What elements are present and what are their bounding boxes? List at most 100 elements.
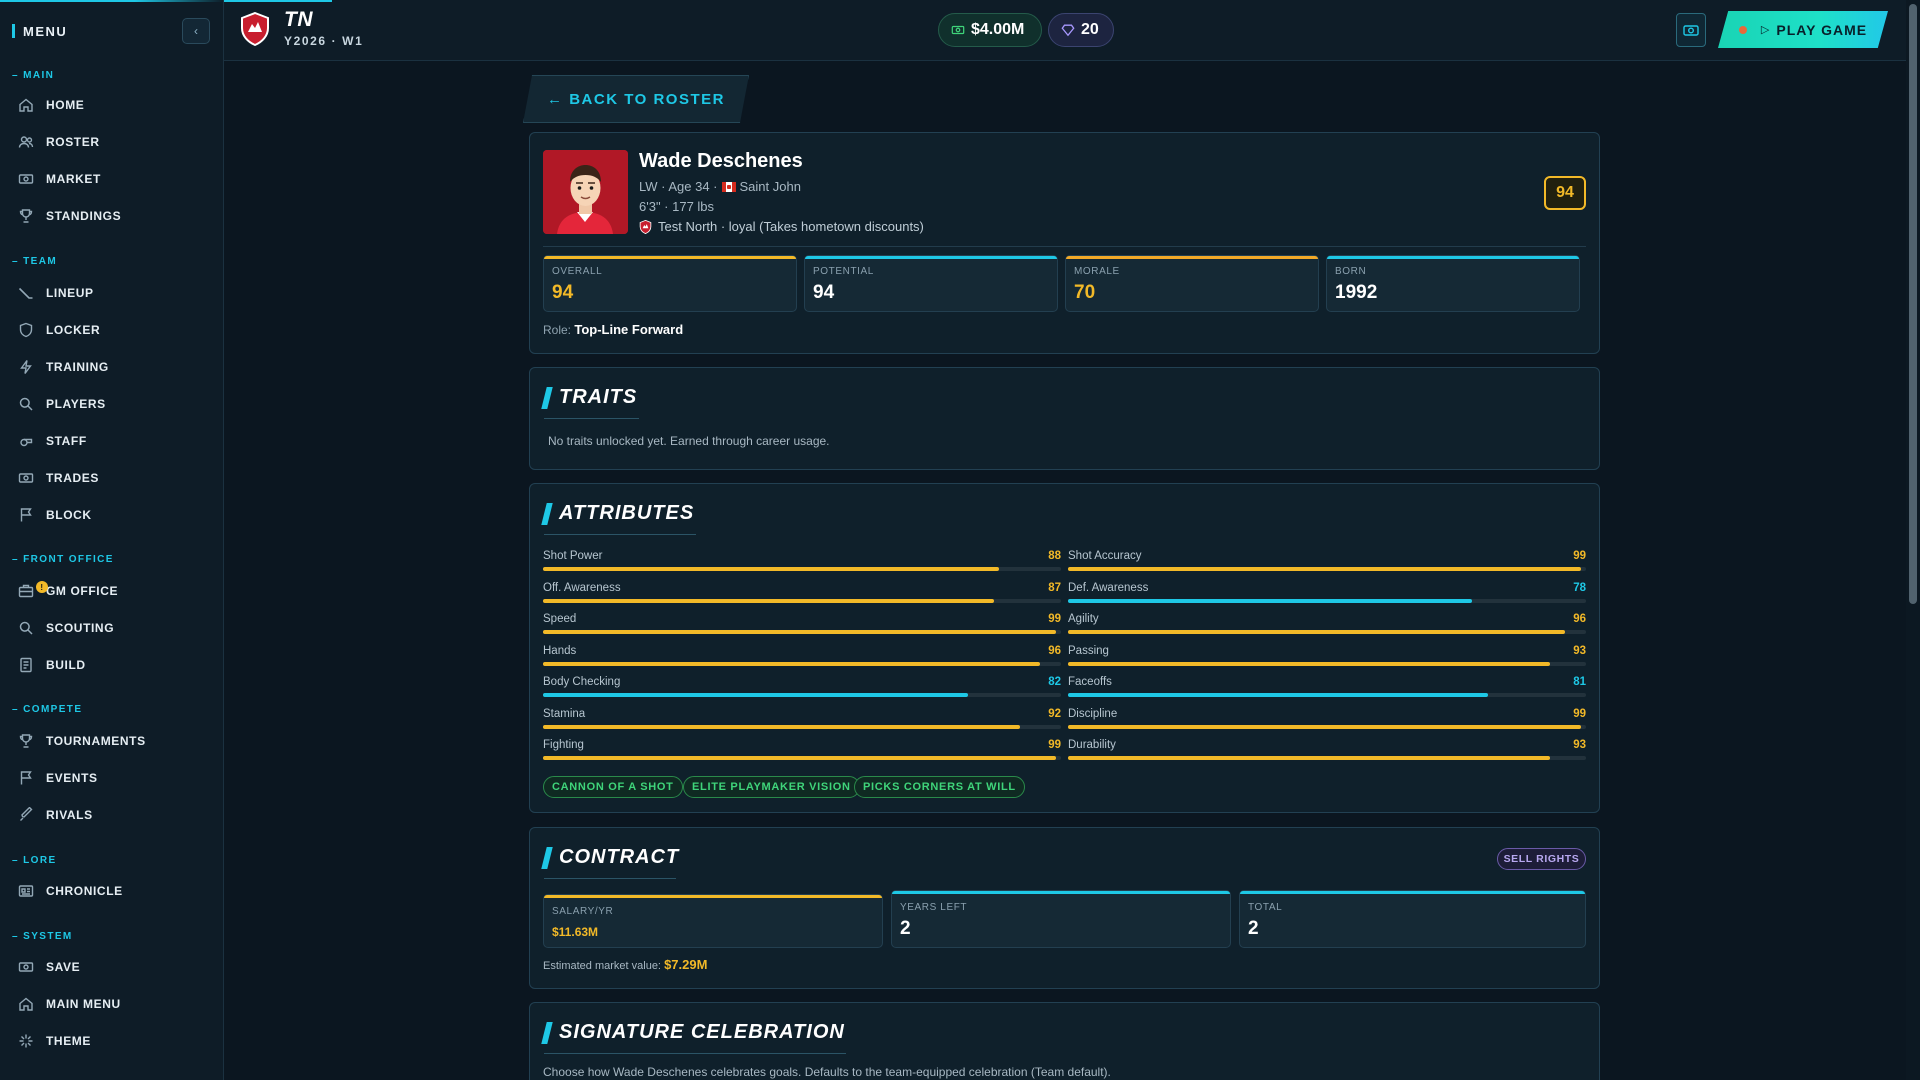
box-label: SALARY/YR xyxy=(552,906,614,917)
attribute-value: 99 xyxy=(1048,613,1061,625)
sell-rights-button[interactable]: SELL RIGHTS xyxy=(1497,848,1586,870)
attribute-row: Stamina 92 xyxy=(543,708,1061,738)
attribute-bar-fill xyxy=(543,756,1056,760)
stat-value: 94 xyxy=(552,282,574,303)
stat-label: OVERALL xyxy=(552,266,603,277)
attribute-row: Speed 99 xyxy=(543,613,1061,643)
attribute-tag: PICKS CORNERS AT WILL xyxy=(854,776,1025,798)
back-to-roster-button[interactable]: ← BACK TO ROSTER xyxy=(523,75,749,123)
sidebar-item-staff[interactable]: STAFF xyxy=(18,426,208,456)
attribute-bar-track xyxy=(543,756,1061,760)
player-name: Wade Deschenes xyxy=(639,150,803,172)
title-underline xyxy=(544,878,676,879)
attribute-bar-fill xyxy=(1068,567,1581,571)
attribute-bar-track xyxy=(543,693,1061,697)
attribute-name: Hands xyxy=(543,644,577,657)
height-weight: 6'3" · 177 lbs xyxy=(639,199,715,214)
estimated-market-value: Estimated market value: $7.29M xyxy=(543,957,707,972)
sidebar-item-theme[interactable]: THEME xyxy=(18,1026,208,1056)
stat-label: MORALE xyxy=(1074,266,1120,277)
gem-value: 20 xyxy=(1081,21,1099,38)
stat-morale: MORALE 70 xyxy=(1065,255,1319,312)
attribute-value: 92 xyxy=(1048,707,1061,720)
attribute-row: Fighting 99 xyxy=(543,739,1061,769)
attributes-title: ATTRIBUTES xyxy=(541,502,694,525)
chevron-left-icon: ‹ xyxy=(194,24,198,38)
profile-divider xyxy=(543,246,1586,247)
sword-icon xyxy=(18,807,46,823)
sidebar-item-label: GM OFFICE xyxy=(46,584,119,598)
sidebar-item-players[interactable]: PLAYERS xyxy=(18,389,208,419)
sidebar-item-trades[interactable]: TRADES xyxy=(18,463,208,493)
attribute-bar-fill xyxy=(1068,598,1473,603)
attribute-name: Discipline xyxy=(1068,707,1118,720)
title-underline xyxy=(544,418,639,419)
stat-value: 1992 xyxy=(1335,282,1378,303)
nav-section-main: – MAIN xyxy=(12,70,55,81)
sidebar-item-save[interactable]: SAVE xyxy=(18,952,208,982)
sidebar-item-events[interactable]: EVENTS xyxy=(18,763,208,793)
play-game-button[interactable]: ▷ PLAY GAME xyxy=(1718,11,1888,48)
hockey-stick-icon xyxy=(18,285,46,301)
attribute-row: Shot Power 88 xyxy=(543,550,1061,580)
sidebar-item-gm-office[interactable]: ! GM OFFICE xyxy=(18,576,208,606)
box-label: YEARS LEFT xyxy=(900,902,968,913)
sidebar-item-tournaments[interactable]: TOURNAMENTS xyxy=(18,726,208,756)
box-label: TOTAL xyxy=(1248,902,1283,913)
sidebar-item-label: EVENTS xyxy=(46,771,98,785)
sidebar-item-build[interactable]: BUILD xyxy=(18,650,208,680)
bolt-icon xyxy=(18,359,46,375)
back-to-roster-label: ← BACK TO ROSTER xyxy=(547,90,725,108)
attribute-bar-fill xyxy=(1068,756,1550,760)
hometown: Saint John xyxy=(739,179,801,194)
est-value: $7.29M xyxy=(664,957,708,972)
box-accent-line xyxy=(892,891,1230,894)
attribute-value: 96 xyxy=(1573,613,1586,625)
menu-heading-bar xyxy=(12,24,15,38)
stat-accent-line xyxy=(544,256,796,259)
collapse-sidebar-button[interactable]: ‹ xyxy=(182,18,210,44)
sidebar-item-label: PLAYERS xyxy=(46,397,106,411)
canada-flag-icon xyxy=(721,181,736,192)
title-slash xyxy=(541,846,553,869)
sidebar-item-scouting[interactable]: SCOUTING xyxy=(18,613,208,643)
sidebar-item-rivals[interactable]: RIVALS xyxy=(18,800,208,830)
stat-accent-line xyxy=(1327,256,1579,259)
season-week: Y2026 · W1 xyxy=(284,34,364,48)
attribute-value: 88 xyxy=(1048,550,1061,562)
sidebar-item-label: SCOUTING xyxy=(46,621,115,635)
sidebar-item-standings[interactable]: STANDINGS xyxy=(18,201,208,231)
title-underline xyxy=(544,1053,846,1054)
sidebar-item-main-menu[interactable]: MAIN MENU xyxy=(18,989,208,1019)
flag-icon xyxy=(18,770,46,786)
attribute-value: 93 xyxy=(1573,644,1586,657)
attribute-tag: ELITE PLAYMAKER VISION xyxy=(683,776,860,798)
page-scrollbar[interactable] xyxy=(1906,0,1920,1080)
attribute-row: Body Checking 82 xyxy=(543,676,1061,706)
sidebar-item-roster[interactable]: ROSTER xyxy=(18,127,208,157)
briefcase-icon: ! xyxy=(18,581,48,599)
attribute-row: Discipline 99 xyxy=(1068,708,1586,738)
attribute-tag: CANNON OF A SHOT xyxy=(543,776,683,798)
status-dot xyxy=(1738,25,1747,34)
team-abbreviation: TN xyxy=(284,8,313,31)
search-icon xyxy=(18,620,46,636)
celebration-description: Choose how Wade Deschenes celebrates goa… xyxy=(543,1065,1111,1079)
sidebar-item-market[interactable]: MARKET xyxy=(18,164,208,194)
attribute-name: Off. Awareness xyxy=(543,581,621,594)
sidebar-item-locker[interactable]: LOCKER xyxy=(18,315,208,345)
sidebar-item-block[interactable]: BLOCK xyxy=(18,500,208,530)
scrollbar-thumb[interactable] xyxy=(1909,4,1917,604)
sidebar-item-chronicle[interactable]: CHRONICLE xyxy=(18,876,208,906)
attribute-bar-fill xyxy=(543,693,968,697)
attribute-name: Passing xyxy=(1068,644,1109,657)
contract-heading: CONTRACT xyxy=(559,846,680,868)
sidebar-item-home[interactable]: HOME xyxy=(18,90,208,120)
sparkle-icon xyxy=(18,1033,46,1049)
attribute-bar-track xyxy=(1068,693,1586,697)
screenshot-button[interactable] xyxy=(1676,13,1706,47)
sidebar-item-lineup[interactable]: LINEUP xyxy=(18,278,208,308)
users-icon xyxy=(18,134,46,150)
attribute-bar-track xyxy=(1068,724,1586,729)
sidebar-item-training[interactable]: TRAINING xyxy=(18,352,208,382)
